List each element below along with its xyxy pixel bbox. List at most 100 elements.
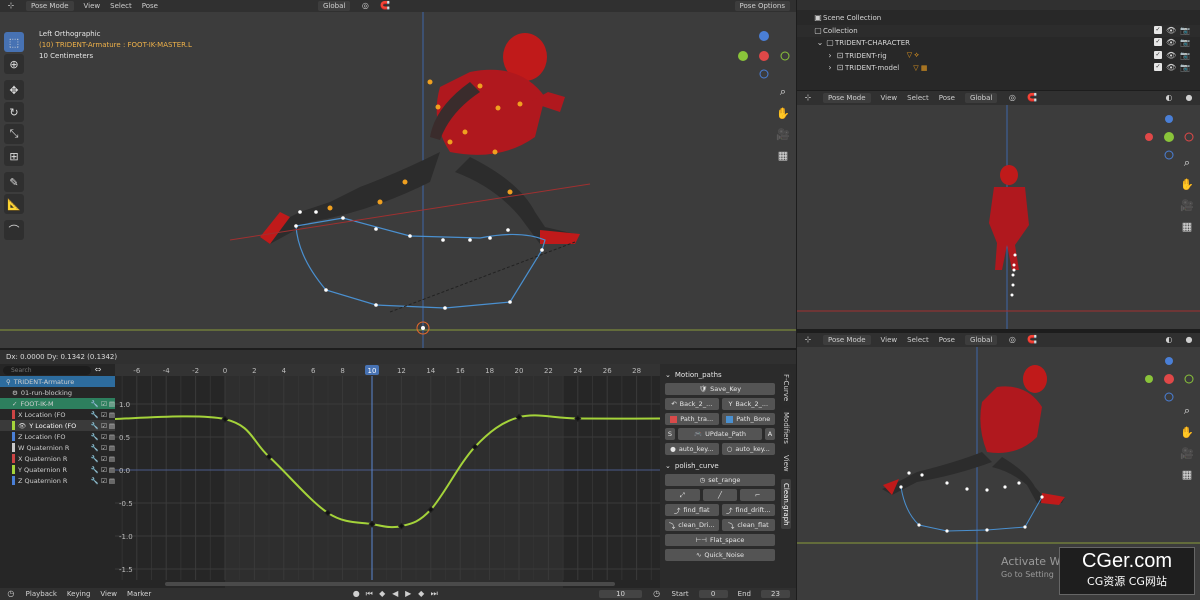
pose-options-dropdown[interactable]: Pose Options [734,1,790,11]
auto-key-a-button[interactable]: ● auto_key... [665,443,719,455]
auto-key-b-button[interactable]: ○ auto_key... [721,443,775,455]
editor-type-icon[interactable]: ⊹ [6,1,16,11]
menu-pose[interactable]: Pose [939,94,955,102]
swap-icon[interactable]: ⇔ [93,365,103,375]
outliner-row-trident-rig[interactable]: › ⊡ TRIDENT-rig ▽ ⟡ ✓ 👁 📷 [797,50,1200,63]
camera-icon[interactable]: 🎥 [1179,197,1195,213]
quick-noise-button[interactable]: ∿ Quick_Noise [665,549,775,561]
zoom-icon[interactable]: ⌕ [1179,155,1195,171]
ease-curve-icon[interactable]: ⤢ [665,489,700,501]
menu-select[interactable]: Select [907,94,929,102]
back-to-a-button[interactable]: ↶ Back_2_... [665,398,719,410]
eye-icon[interactable]: 👁 [1166,38,1176,48]
render-camera-icon[interactable]: 📷 [1180,38,1190,48]
update-path-button[interactable]: 🎮 UPdate_Path [678,428,762,440]
menu-pose[interactable]: Pose [939,336,955,344]
jump-end-icon[interactable]: ⏭ [429,589,439,599]
clean-flat-button[interactable]: ⤵ clean_flat [721,519,775,531]
clock-icon[interactable]: ◷ [652,589,662,599]
end-frame-field[interactable]: 23 [760,590,790,598]
side-viewport-bottom[interactable]: ⊹ Pose Mode View Select Pose Global ◎ 🧲 … [797,333,1200,600]
pan-hand-icon[interactable]: ✋ [775,105,791,121]
menu-view[interactable]: View [881,336,898,344]
menu-view[interactable]: View [84,2,101,10]
outliner-row-collection[interactable]: ▢ Collection ✓ 👁 📷 [797,24,1200,37]
outliner-row-trident-character[interactable]: ⌄ ▢ TRIDENT-CHARACTER ✓ 👁 📷 [797,37,1200,50]
channel-row-armature[interactable]: ⚲ TRIDENT-Armature [0,376,115,387]
eye-icon[interactable]: 👁 [1166,51,1176,61]
menu-keying[interactable]: Keying [67,590,91,598]
find-flat-button[interactable]: ⤴ find_flat [665,504,719,516]
channel-row-y-location[interactable]: 👁 Y Location (FO 🔧 ☑ ▤ [0,420,115,431]
tab-view[interactable]: View [781,451,791,476]
pan-hand-icon[interactable]: ✋ [1179,424,1195,440]
channel-row-z-location[interactable]: Z Location (FO 🔧 ☑ ▤ [0,431,115,442]
jump-start-icon[interactable]: ⏮ [364,589,374,599]
outliner-row-trident-model[interactable]: › ⊡ TRIDENT-model ▽ ▦ ✓ 👁 📷 [797,62,1200,75]
editor-type-icon[interactable]: ⊹ [803,335,813,345]
channel-row-bone-group[interactable]: ✓ FOOT-IK-M 🔧 ☑ ▤ [0,398,115,409]
channel-row-x-quaternion[interactable]: X Quaternion R 🔧 ☑ ▤ [0,453,115,464]
overlay-icon[interactable]: ◐ [1164,335,1174,345]
rig-checkbox[interactable]: ✓ [1154,50,1162,59]
grid-toggle-icon[interactable]: ▦ [775,147,791,163]
menu-view[interactable]: View [100,590,117,598]
flat-space-button[interactable]: ⊢⊣ Flat_space [665,534,775,546]
eye-icon[interactable]: 👁 [18,422,26,430]
back-to-b-button[interactable]: Y Back_2_... [721,398,775,410]
side-viewport-top[interactable]: ⊹ Pose Mode View Select Pose Global ◎ 🧲 … [797,91,1200,329]
orientation-dropdown[interactable]: Global [317,1,351,11]
editor-type-icon[interactable]: ⊹ [803,93,813,103]
set-range-button[interactable]: ◷ set_range [665,474,775,486]
zoom-icon[interactable]: ⌕ [1179,403,1195,419]
main-viewport[interactable]: ⊹ Pose Mode View Select Pose Global ◎ 🧲 … [0,0,796,348]
path-tra-button[interactable]: Path_tra... [665,413,719,425]
tab-modifiers[interactable]: Modifiers [781,408,791,449]
menu-playback[interactable]: Playback [26,590,57,598]
find-drift-button[interactable]: ⤴ find_drift... [721,504,775,516]
prev-key-icon[interactable]: ◆ [377,589,387,599]
channel-row-action[interactable]: ⚙ 01-run-blocking [0,387,115,398]
menu-marker[interactable]: Marker [127,590,151,598]
play-reverse-icon[interactable]: ◀ [390,589,400,599]
grid-toggle-icon[interactable]: ▦ [1179,218,1195,234]
render-camera-icon[interactable]: 📷 [1180,51,1190,61]
model-checkbox[interactable]: ✓ [1154,63,1162,72]
eye-icon[interactable]: 👁 [1166,63,1176,73]
channel-row-z-quaternion[interactable]: Z Quaternion R 🔧 ☑ ▤ [0,475,115,486]
fcurve-graph[interactable]: -6-4-202468101214161820222426281.00.50.0… [115,364,660,588]
shading-icon[interactable]: ● [1184,335,1194,345]
channel-toggles[interactable]: 🔧 ☑ ▤ [91,477,115,485]
snap-icon[interactable]: 🧲 [1027,93,1037,103]
channel-row-x-location[interactable]: X Location (FO 🔧 ☑ ▤ [0,409,115,420]
expand-chevron-icon[interactable]: › [825,51,835,61]
channel-toggles[interactable]: 🔧 ☑ ▤ [91,466,115,474]
play-icon[interactable]: ▶ [403,589,413,599]
channel-search-input[interactable] [3,365,91,375]
step-curve-icon[interactable]: ⌐ [740,489,776,501]
channel-toggles[interactable]: 🔧 ☑ ▤ [91,400,115,408]
snap-icon[interactable]: 🧲 [380,1,390,11]
s-icon[interactable]: S [665,428,675,440]
grid-toggle-icon[interactable]: ▦ [1179,466,1195,482]
channel-row-y-quaternion[interactable]: Y Quaternion R 🔧 ☑ ▤ [0,464,115,475]
character-checkbox[interactable]: ✓ [1154,38,1162,47]
timeline-editor-icon[interactable]: ◷ [6,589,16,599]
pivot-icon[interactable]: ◎ [1007,93,1017,103]
channel-row-w-quaternion[interactable]: W Quaternion R 🔧 ☑ ▤ [0,442,115,453]
channel-toggles[interactable]: 🔧 ☑ ▤ [91,422,115,430]
menu-select[interactable]: Select [110,2,132,10]
camera-icon[interactable]: 🎥 [775,126,791,142]
eye-icon[interactable]: 👁 [1166,26,1176,36]
path-bone-button[interactable]: Path_Bone [721,413,775,425]
next-key-icon[interactable]: ◆ [416,589,426,599]
polish-curve-panel-header[interactable]: ⌄ polish_curve [665,459,775,473]
record-icon[interactable]: ● [351,589,361,599]
render-camera-icon[interactable]: 📷 [1180,26,1190,36]
menu-pose[interactable]: Pose [142,2,158,10]
mode-dropdown[interactable]: Pose Mode [26,1,74,11]
render-camera-icon[interactable]: 📷 [1180,63,1190,73]
orientation-dropdown[interactable]: Global [964,93,998,103]
zoom-icon[interactable]: ⌕ [775,84,791,100]
tab-f-curve[interactable]: F-Curve [781,370,791,406]
